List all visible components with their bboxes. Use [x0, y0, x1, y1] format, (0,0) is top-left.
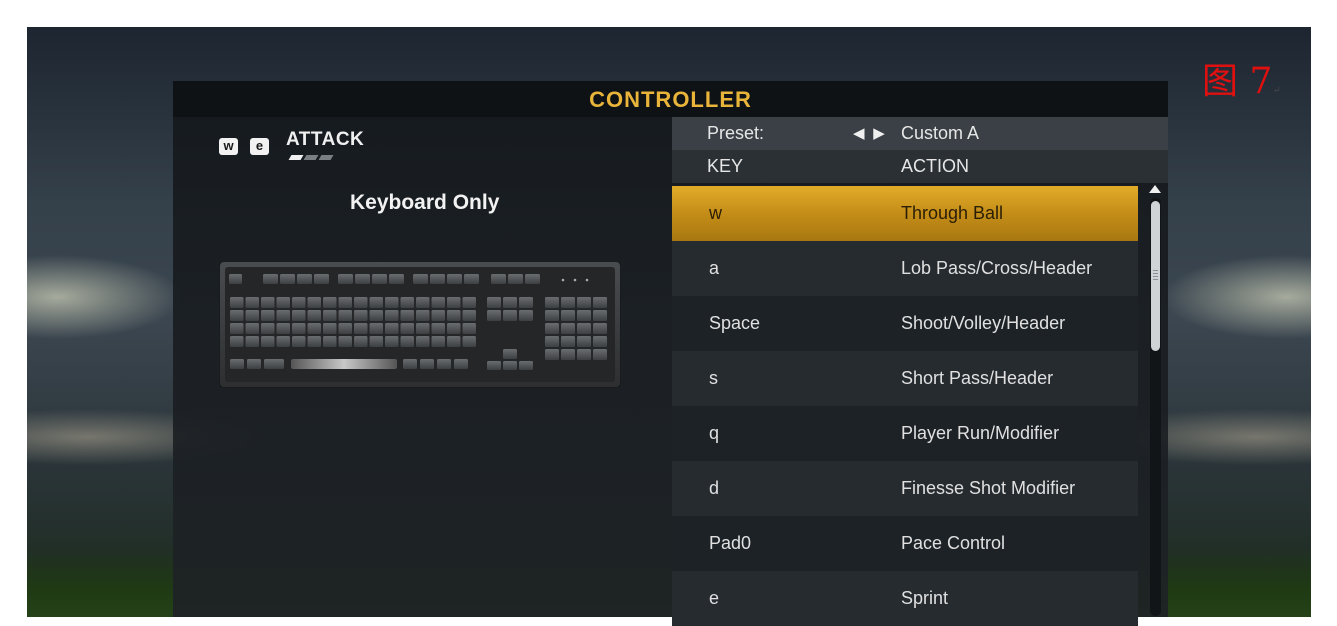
binding-key: a: [709, 258, 720, 278]
preset-arrows-icon[interactable]: ◀ ▶: [853, 117, 887, 150]
binding-row[interactable]: s Short Pass/Header: [672, 351, 1138, 406]
column-header-key: KEY: [707, 156, 744, 176]
page-dot: [303, 155, 319, 160]
preset-value: Custom A: [901, 123, 980, 143]
binding-row[interactable]: a Lob Pass/Cross/Header: [672, 241, 1138, 296]
panel-title: CONTROLLER: [173, 81, 1168, 117]
mode-title: ATTACK: [286, 129, 365, 150]
preset-label: Preset:: [707, 123, 765, 143]
binding-list-header: Preset: ◀ ▶ Custom A KEY ACTION: [672, 117, 1168, 183]
column-header-action: ACTION: [901, 156, 970, 176]
binding-key: Space: [709, 313, 761, 333]
binding-action: Finesse Shot Modifier: [901, 478, 1076, 498]
binding-row[interactable]: w Through Ball: [672, 186, 1138, 241]
binding-row[interactable]: e Sprint: [672, 571, 1138, 626]
page-dot-active: [288, 155, 304, 160]
binding-row[interactable]: d Finesse Shot Modifier: [672, 461, 1138, 516]
binding-row[interactable]: Pad0 Pace Control: [672, 516, 1138, 571]
binding-action: Through Ball: [901, 203, 1004, 223]
binding-action: Sprint: [901, 588, 949, 608]
scroll-up-icon[interactable]: [1149, 185, 1161, 193]
input-mode-label: Keyboard Only: [350, 191, 500, 214]
page-dot: [318, 155, 334, 160]
preset-row[interactable]: Preset: ◀ ▶ Custom A: [672, 117, 1168, 150]
mode-page-indicator: [288, 155, 338, 161]
binding-action: Pace Control: [901, 533, 1006, 553]
binding-key: w: [709, 203, 722, 223]
next-mode-key[interactable]: e: [250, 138, 269, 155]
binding-key: s: [709, 368, 718, 388]
figure-label: 图 7↵: [1202, 60, 1281, 113]
scrollbar-grip: [1153, 270, 1158, 280]
keyboard-icon: [219, 261, 621, 388]
binding-key: Pad0: [709, 533, 752, 553]
binding-action: Shoot/Volley/Header: [901, 313, 1066, 333]
binding-key: e: [709, 588, 720, 608]
binding-action: Lob Pass/Cross/Header: [901, 258, 1093, 278]
binding-key: d: [709, 478, 720, 498]
controller-panel: CONTROLLER w e ATTACK Keyboard Only Pres…: [173, 81, 1168, 626]
keyboard-spacebar: [291, 359, 397, 369]
prev-mode-key[interactable]: w: [219, 138, 238, 155]
binding-action: Short Pass/Header: [901, 368, 1054, 388]
binding-key: q: [709, 423, 720, 443]
paragraph-mark: ↵: [1272, 85, 1281, 96]
binding-action: Player Run/Modifier: [901, 423, 1060, 443]
binding-row[interactable]: q Player Run/Modifier: [672, 406, 1138, 461]
figure-label-text: 图 7: [1202, 61, 1273, 102]
binding-row[interactable]: Space Shoot/Volley/Header: [672, 296, 1138, 351]
